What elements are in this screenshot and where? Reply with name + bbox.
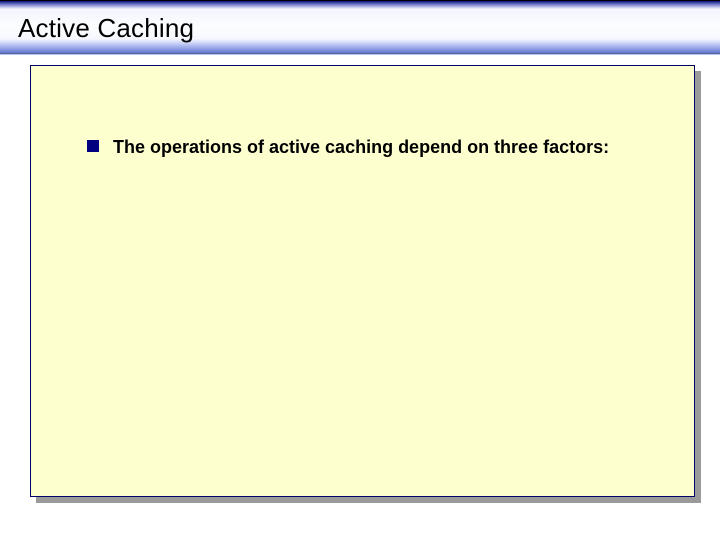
- content-panel: The operations of active caching depend …: [30, 65, 695, 497]
- slide: Active Caching The operations of active …: [0, 0, 720, 540]
- square-bullet-icon: [87, 140, 99, 152]
- bullet-text: The operations of active caching depend …: [113, 136, 609, 159]
- slide-title: Active Caching: [18, 13, 194, 44]
- title-bar: Active Caching: [0, 0, 720, 54]
- title-bar-inner: Active Caching: [0, 1, 720, 55]
- bullet-item: The operations of active caching depend …: [87, 136, 674, 159]
